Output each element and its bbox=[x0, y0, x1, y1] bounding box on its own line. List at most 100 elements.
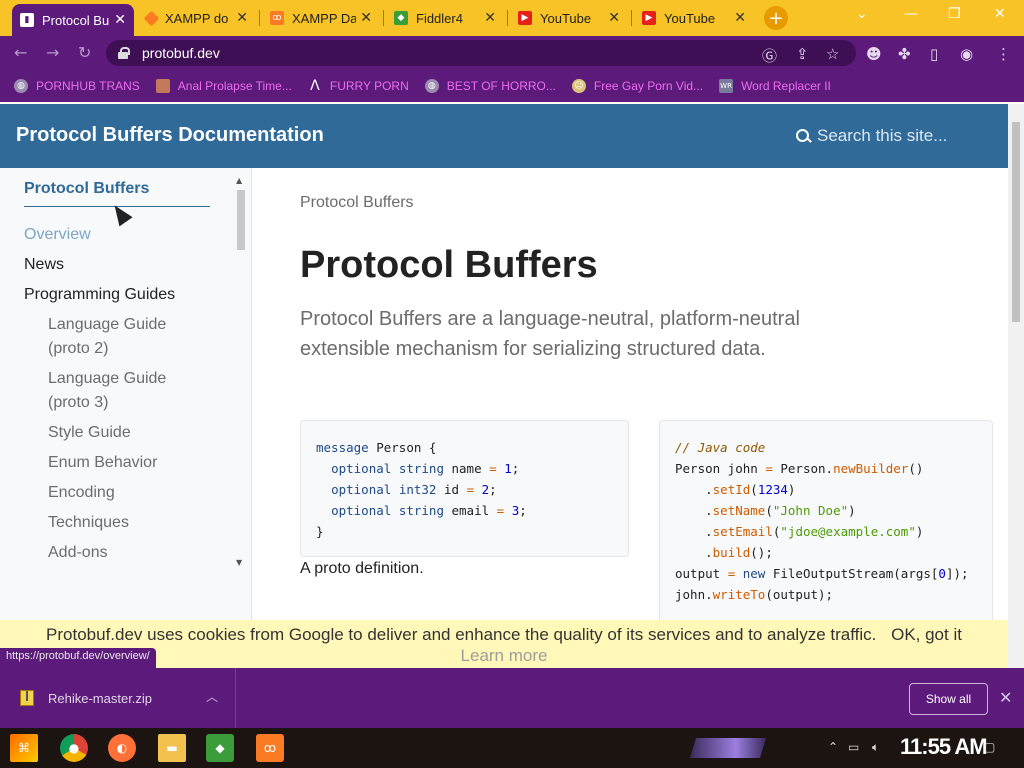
share-icon[interactable]: ⇪ bbox=[796, 45, 809, 63]
close-icon[interactable]: ✕ bbox=[999, 688, 1012, 707]
minimize-icon[interactable]: — bbox=[904, 6, 918, 22]
restore-icon[interactable]: ❐ bbox=[948, 6, 961, 22]
url-text[interactable]: protobuf.dev bbox=[142, 45, 220, 61]
cookie-text: Protobuf.dev uses cookies from Google to… bbox=[46, 625, 877, 644]
profile-extension-icon[interactable]: ☻ bbox=[866, 45, 882, 63]
back-icon[interactable]: ← bbox=[14, 43, 27, 62]
file-explorer-icon[interactable]: ▬ bbox=[158, 734, 186, 762]
bookmark-label: Word Replacer II bbox=[741, 79, 831, 93]
sidebar-scroll-thumb[interactable] bbox=[237, 190, 245, 250]
avatar-icon[interactable]: ◉ bbox=[960, 45, 973, 63]
youtube-favicon-icon: ▶ bbox=[518, 11, 532, 25]
tab-fiddler[interactable]: ◆ Fiddler4 ✕ bbox=[386, 4, 504, 32]
extensions-puzzle-icon[interactable]: ✤ bbox=[898, 45, 911, 63]
sidebar-item-style-guide[interactable]: Style Guide bbox=[48, 421, 131, 445]
docs-sidebar: Protocol Buffers Overview News Programmi… bbox=[0, 168, 252, 620]
bookmark-label: PORNHUB TRANS bbox=[36, 79, 140, 93]
breadcrumb[interactable]: Protocol Buffers bbox=[300, 194, 414, 212]
close-tab-icon[interactable]: ✕ bbox=[608, 10, 620, 26]
bookmark-label: Anal Prolapse Time... bbox=[177, 79, 292, 93]
page-title: Protocol Buffers bbox=[300, 244, 598, 286]
chrome-taskbar-icon[interactable]: ● bbox=[60, 734, 88, 762]
bookmark-item[interactable]: ◍ PORNHUB TRANS bbox=[14, 79, 140, 93]
reload-icon[interactable]: ↻ bbox=[78, 43, 91, 62]
tab-title: YouTube bbox=[540, 10, 592, 26]
close-tab-icon[interactable]: ✕ bbox=[484, 10, 496, 26]
tab-title: YouTube bbox=[664, 10, 716, 26]
sidebar-scrollbar[interactable]: ▲ ▼ bbox=[236, 176, 246, 568]
show-all-button[interactable]: Show all bbox=[909, 683, 988, 715]
cookie-ok-button[interactable]: OK, got it bbox=[891, 625, 962, 644]
tray-chevron-icon[interactable]: ⌃ bbox=[828, 740, 838, 754]
notifications-icon[interactable]: ▢ bbox=[984, 740, 995, 754]
start-menu-icon[interactable]: ⌘ bbox=[10, 734, 38, 762]
bookmarks-bar: ◍ PORNHUB TRANS Anal Prolapse Time... Λ … bbox=[0, 70, 1024, 102]
site-title[interactable]: Protocol Buffers Documentation bbox=[16, 124, 324, 147]
fiddler-taskbar-icon[interactable]: ◆ bbox=[206, 734, 234, 762]
bookmark-item[interactable]: WR Word Replacer II bbox=[719, 79, 831, 93]
browser-toolbar: ← → ↻ protobuf.dev Ⓖ ⇪ ☆ ☻ ✤ ▯ ◉ ⋮ bbox=[0, 36, 1024, 70]
site-header: Protocol Buffers Documentation Search th… bbox=[0, 104, 1008, 168]
download-item[interactable]: Rehike-master.zip ︿ bbox=[0, 668, 236, 728]
side-panel-icon[interactable]: ▯ bbox=[930, 45, 938, 63]
close-tab-icon[interactable]: ✕ bbox=[114, 12, 126, 28]
site-search[interactable]: Search this site... bbox=[796, 126, 947, 146]
xampp-taskbar-icon[interactable]: ꝏ bbox=[256, 734, 284, 762]
sidebar-item-news[interactable]: News bbox=[24, 253, 64, 277]
sidebar-item-techniques[interactable]: Techniques bbox=[48, 511, 129, 535]
tab-search-icon[interactable]: ⌄ bbox=[856, 6, 868, 22]
sidebar-item-language-guide-proto2[interactable]: Language Guide (proto 2) bbox=[48, 313, 178, 361]
chevron-up-icon[interactable]: ︿ bbox=[206, 688, 218, 705]
download-shelf: Rehike-master.zip ︿ Show all ✕ bbox=[0, 668, 1024, 728]
bookmark-star-icon[interactable]: ☆ bbox=[826, 45, 839, 63]
network-icon[interactable]: ▭ bbox=[848, 740, 859, 754]
bookmark-item[interactable]: ☺ Free Gay Porn Vid... bbox=[571, 79, 703, 93]
sidebar-item-overview[interactable]: Overview bbox=[24, 223, 91, 247]
tab-separator bbox=[631, 10, 632, 26]
bookmark-label: BEST OF HORRO... bbox=[446, 79, 556, 93]
close-window-icon[interactable]: ✕ bbox=[994, 6, 1006, 22]
xampp-favicon-icon: ꝏ bbox=[270, 11, 284, 25]
volume-icon[interactable]: 🔈︎ bbox=[872, 740, 879, 755]
bookmark-item[interactable]: ◍ BEST OF HORRO... bbox=[424, 79, 556, 93]
proto-code-block: message Person { optional string name = … bbox=[300, 420, 629, 557]
proto-caption: A proto definition. bbox=[300, 560, 424, 577]
new-tab-button[interactable]: + bbox=[764, 6, 788, 30]
mascot-icon: ☺ bbox=[571, 79, 586, 93]
close-tab-icon[interactable]: ✕ bbox=[360, 10, 372, 26]
scroll-up-icon[interactable]: ▲ bbox=[236, 176, 242, 185]
close-tab-icon[interactable]: ✕ bbox=[236, 10, 248, 26]
download-filename[interactable]: Rehike-master.zip bbox=[48, 691, 152, 706]
sidebar-item-enum-behavior[interactable]: Enum Behavior bbox=[48, 451, 157, 475]
tab-separator bbox=[259, 10, 260, 26]
sidebar-item-encoding[interactable]: Encoding bbox=[48, 481, 115, 505]
sidebar-item-programming-guides[interactable]: Programming Guides bbox=[24, 283, 175, 307]
scroll-down-icon[interactable]: ▼ bbox=[236, 558, 242, 567]
bookmark-item[interactable]: Anal Prolapse Time... bbox=[155, 79, 292, 93]
close-tab-icon[interactable]: ✕ bbox=[734, 10, 746, 26]
lock-icon[interactable] bbox=[118, 47, 130, 59]
tab-title: Fiddler4 bbox=[416, 10, 463, 26]
tab-youtube-2[interactable]: ▶ YouTube ✕ bbox=[634, 4, 754, 32]
search-placeholder[interactable]: Search this site... bbox=[817, 126, 947, 146]
forward-icon[interactable]: → bbox=[46, 43, 59, 62]
cookie-learn-more-link[interactable]: Learn more bbox=[461, 646, 548, 665]
google-icon[interactable]: Ⓖ bbox=[762, 45, 777, 66]
tab-xampp-docs[interactable]: XAMPP do ✕ bbox=[138, 4, 256, 32]
firefox-taskbar-icon[interactable]: ◐ bbox=[108, 734, 136, 762]
tab-xampp-dashboard[interactable]: ꝏ XAMPP Da ✕ bbox=[262, 4, 380, 32]
taskbar-clock[interactable]: 11:55 AM bbox=[900, 734, 988, 760]
lambda-icon: Λ bbox=[310, 78, 320, 94]
page-scroll-thumb[interactable] bbox=[1012, 122, 1020, 322]
sidebar-item-language-guide-proto3[interactable]: Language Guide (proto 3) bbox=[48, 367, 178, 415]
address-bar[interactable]: protobuf.dev bbox=[106, 40, 856, 66]
protobuf-favicon-icon: ▮ bbox=[20, 13, 34, 27]
page-scrollbar[interactable] bbox=[1008, 104, 1024, 668]
tab-protobuf[interactable]: ▮ Protocol Bu ✕ bbox=[12, 4, 134, 36]
search-icon bbox=[796, 128, 811, 144]
tab-youtube-1[interactable]: ▶ YouTube ✕ bbox=[510, 4, 628, 32]
menu-kebab-icon[interactable]: ⋮ bbox=[996, 45, 1011, 63]
taskbar-decoration bbox=[690, 738, 766, 758]
bookmark-item[interactable]: Λ FURRY PORN bbox=[308, 78, 409, 94]
sidebar-item-add-ons[interactable]: Add-ons bbox=[48, 541, 108, 565]
